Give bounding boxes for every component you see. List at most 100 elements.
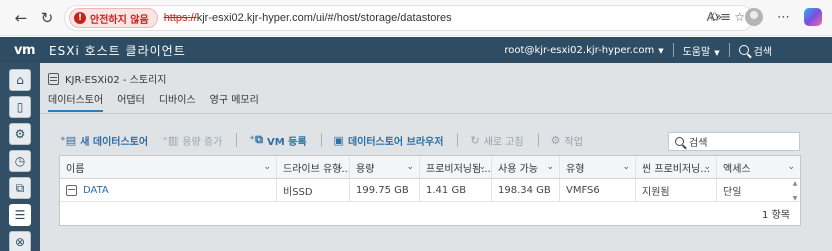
- scroll-down-icon[interactable]: ▼: [793, 195, 798, 202]
- back-icon[interactable]: ←: [10, 7, 32, 29]
- divider: [40, 113, 832, 114]
- chevron-down-icon[interactable]: ⌄: [406, 156, 414, 178]
- chevron-down-icon[interactable]: ⌄: [336, 156, 344, 178]
- column-label: 이름: [66, 163, 85, 175]
- chevron-down-icon: ▼: [714, 48, 720, 57]
- url-path: kjr-esxi02.kjr-hyper.com/ui/#/host/stora…: [196, 12, 452, 24]
- app-header: vm ESXi 호스트 클라이언트 root@kjr-esxi02.kjr-hy…: [0, 37, 832, 63]
- vmware-logo: vm: [14, 42, 36, 58]
- warning-icon: !: [74, 12, 86, 24]
- header-search[interactable]: 검색: [738, 43, 772, 58]
- chevron-down-icon[interactable]: ⌄: [263, 156, 271, 178]
- help-menu[interactable]: 도움말 ▼: [683, 43, 720, 58]
- divider: [672, 43, 674, 57]
- user-menu[interactable]: root@kjr-esxi02.kjr-hyper.com ▼: [504, 45, 663, 56]
- datastores-table: 이름 ⌄ 드라이브 유형... ⌄ 용량 ⌄ 프로비저닝됨... ⌄ 사용 가능 ⌄ 유형…: [59, 155, 801, 226]
- tab-devices[interactable]: 디바이스: [159, 91, 196, 112]
- column-header-drive-type[interactable]: 드라이브 유형... ⌄: [277, 156, 350, 178]
- datastore-browser-icon: ▣: [333, 133, 344, 147]
- storage-icon[interactable]: ☰: [9, 204, 31, 226]
- actions-button[interactable]: ⚙ 작업: [551, 133, 583, 148]
- divider: [236, 133, 238, 147]
- cell-provisioned: 1.41 GB: [420, 179, 492, 201]
- increase-capacity-label: 용량 증가: [182, 136, 223, 148]
- url-scheme: https://: [163, 12, 197, 24]
- cell-name: DATA: [60, 179, 277, 201]
- cell-thin-provisioning: 지원됨: [636, 179, 717, 201]
- manage-gear-icon[interactable]: ⚙: [9, 123, 31, 145]
- datastore-toolbar: ⁺▤ 새 데이터스토어 ⁺▥ 용량 증가 ⁺⧉ VM 등록 ▣ 데이터스토어 브라우저 …: [60, 130, 597, 150]
- cell-free: 198.34 GB: [492, 179, 560, 201]
- column-label: 용량: [356, 163, 375, 175]
- column-header-capacity[interactable]: 용량 ⌄: [350, 156, 420, 178]
- search-placeholder: 검색: [689, 138, 708, 149]
- table-scrollbar[interactable]: ▲ ▼: [791, 180, 799, 202]
- cell-drive-type: 비SSD: [277, 179, 350, 201]
- page-title-text: KJR-ESXi02 - 스토리지: [65, 75, 167, 86]
- actions-label: 작업: [564, 136, 583, 148]
- monitor-icon[interactable]: ◷: [9, 150, 31, 172]
- divider: [537, 133, 539, 147]
- new-datastore-button[interactable]: ⁺▤ 새 데이터스토어: [60, 133, 148, 148]
- chevron-down-icon[interactable]: ⌄: [546, 156, 554, 178]
- column-header-free[interactable]: 사용 가능 ⌄: [492, 156, 560, 178]
- chevron-down-icon[interactable]: ⌄: [703, 156, 711, 178]
- copilot-icon[interactable]: [804, 8, 822, 26]
- cell-type: VMFS6: [560, 179, 636, 201]
- column-header-provisioned[interactable]: 프로비저닝됨... ⌄: [420, 156, 492, 178]
- table-header: 이름 ⌄ 드라이브 유형... ⌄ 용량 ⌄ 프로비저닝됨... ⌄ 사용 가능 ⌄ 유형…: [60, 156, 800, 179]
- column-header-name[interactable]: 이름 ⌄: [60, 156, 277, 178]
- tab-adapters[interactable]: 어댑터: [117, 91, 145, 112]
- refresh-icon: ↻: [470, 133, 480, 147]
- app-title: ESXi 호스트 클라이언트: [49, 43, 186, 58]
- page-title: KJR-ESXi02 - 스토리지: [48, 71, 166, 86]
- table-row[interactable]: DATA 비SSD 199.75 GB 1.41 GB 198.34 GB VM…: [60, 179, 800, 202]
- tab-datastores[interactable]: 데이터스토어: [48, 91, 104, 112]
- cell-capacity: 199.75 GB: [350, 179, 420, 201]
- favorites-icon[interactable]: ✩≡: [709, 10, 731, 25]
- cell-access: 단일: [723, 186, 742, 198]
- chevron-down-icon[interactable]: ⌄: [478, 156, 486, 178]
- datastore-browser-button[interactable]: ▣ 데이터스토어 브라우저: [334, 133, 444, 148]
- insecure-badge[interactable]: ! 안전하지 않음: [69, 8, 158, 28]
- main-content: KJR-ESXi02 - 스토리지 데이터스토어 어댑터 디바이스 영구 메모리…: [40, 63, 832, 251]
- networking-icon[interactable]: ⊗: [9, 231, 31, 251]
- address-bar[interactable]: ! 안전하지 않음 https://kjr-esxi02.kjr-hyper.c…: [64, 5, 754, 31]
- table-footer: 1 항목: [60, 202, 800, 225]
- gear-icon: ⚙: [550, 133, 561, 147]
- search-icon: [675, 137, 684, 146]
- help-label: 도움말: [682, 46, 711, 58]
- browser-toolbar: ← ↻ ! 안전하지 않음 https://kjr-esxi02.kjr-hyp…: [0, 0, 832, 36]
- refresh-button[interactable]: ↻ 새로 고침: [470, 133, 523, 148]
- tab-persistent-memory[interactable]: 영구 메모리: [210, 91, 259, 112]
- divider: [320, 133, 322, 147]
- datastore-link[interactable]: DATA: [83, 185, 109, 196]
- refresh-label: 새로 고침: [483, 136, 524, 148]
- add-datastore-icon: ⁺▤: [60, 133, 77, 147]
- divider: [728, 43, 730, 57]
- register-vm-button[interactable]: ⁺⧉ VM 등록: [249, 133, 306, 148]
- column-header-access[interactable]: 액세스 ⌄: [717, 156, 800, 178]
- column-label: 액세스: [723, 163, 751, 175]
- increase-capacity-button[interactable]: ⁺▥ 용량 증가: [162, 133, 222, 148]
- storage-icon: [48, 72, 59, 85]
- host-icon[interactable]: ▯: [9, 96, 31, 118]
- datastore-search-input[interactable]: 검색: [668, 132, 800, 151]
- more-icon[interactable]: ⋯: [777, 10, 790, 25]
- chevron-down-icon[interactable]: ⌄: [787, 156, 795, 178]
- url-text[interactable]: https://kjr-esxi02.kjr-hyper.com/ui/#/ho…: [164, 12, 452, 24]
- increase-capacity-icon: ⁺▥: [162, 133, 179, 147]
- profile-avatar[interactable]: [745, 8, 763, 26]
- column-label: 사용 가능: [498, 163, 538, 175]
- item-count: 1 항목: [762, 210, 790, 221]
- column-header-type[interactable]: 유형 ⌄: [560, 156, 636, 178]
- reload-icon[interactable]: ↻: [36, 7, 58, 29]
- storage-tabs: 데이터스토어 어댑터 디바이스 영구 메모리: [48, 91, 259, 112]
- new-datastore-label: 새 데이터스토어: [80, 136, 149, 148]
- virtual-machines-icon[interactable]: ⧉: [9, 177, 31, 199]
- column-header-thin-provisioning[interactable]: 씬 프로비저닝... ⌄: [636, 156, 717, 178]
- scroll-up-icon[interactable]: ▲: [793, 180, 798, 187]
- chevron-down-icon[interactable]: ⌄: [622, 156, 630, 178]
- home-icon[interactable]: ⌂: [9, 69, 31, 91]
- register-vm-icon: ⁺⧉: [249, 133, 263, 146]
